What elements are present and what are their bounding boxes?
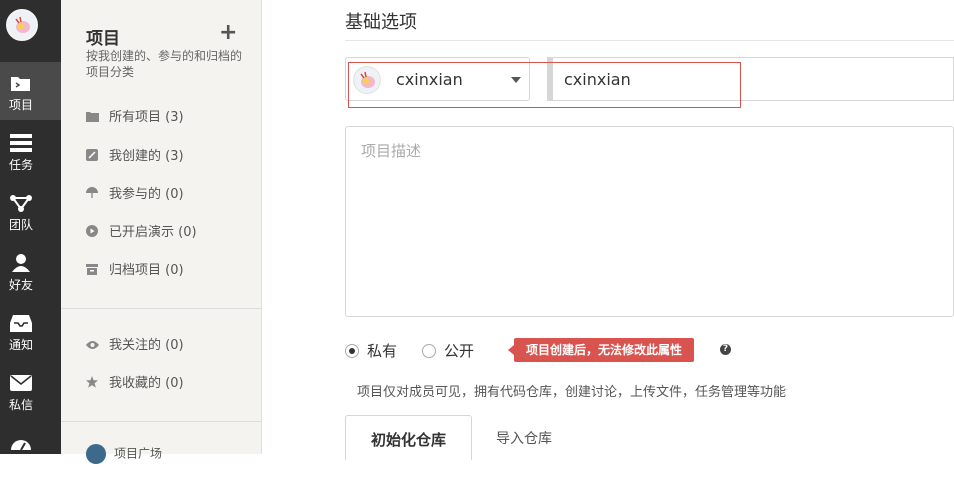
- project-description-input[interactable]: 项目描述: [345, 126, 954, 317]
- sidebar-item-created[interactable]: 我创建的 (3): [86, 147, 184, 167]
- rail-label: 任务: [9, 158, 34, 172]
- folder-icon: [86, 108, 100, 122]
- sidebar-divider: [61, 421, 261, 422]
- plus-icon: +: [219, 20, 238, 45]
- star-icon: [86, 374, 100, 388]
- add-project-button[interactable]: +: [219, 20, 237, 45]
- section-divider: [345, 40, 954, 41]
- rail-label: 通知: [9, 338, 34, 352]
- sidebar-item-all[interactable]: 所有项目 (3): [86, 108, 184, 128]
- main-content: 基础选项 cxinxian cxinxian 项目描述 私有 公开 项目创建后，…: [262, 0, 954, 460]
- sidebar-item-label: 我收藏的 (0): [109, 376, 184, 391]
- sidebar-item-starred[interactable]: 我收藏的 (0): [86, 374, 184, 394]
- radio-circle: [345, 344, 359, 358]
- rail-label: 统计: [9, 458, 34, 472]
- avatar[interactable]: [6, 9, 38, 41]
- sidebar-item-demo[interactable]: 已开启演示 (0): [86, 223, 197, 243]
- team-icon: [10, 195, 32, 212]
- left-rail: 项目 任务 团队 好友 通知 私信 统计: [0, 0, 61, 472]
- edit-icon: [86, 147, 100, 161]
- umbrella-icon: [86, 185, 100, 198]
- project-sidebar: 项目 + 按我创建的、参与的和归档的项目分类 所有项目 (3) 我创建的 (3)…: [61, 0, 262, 464]
- rail-item-stats[interactable]: 统计: [0, 422, 61, 480]
- radio-public[interactable]: 公开: [422, 340, 475, 360]
- sidebar-item-label: 我创建的 (3): [109, 149, 184, 164]
- description-placeholder: 项目描述: [361, 142, 422, 160]
- rail-item-notifications[interactable]: 通知: [0, 302, 61, 360]
- help-icon[interactable]: ?: [720, 344, 731, 355]
- eye-icon: [86, 336, 100, 349]
- highlight-box: [348, 62, 741, 108]
- rail-label: 团队: [9, 218, 34, 232]
- section-title: 基础选项: [345, 12, 417, 33]
- sidebar-title: 项目: [86, 29, 120, 49]
- visibility-note: 项目仅对成员可见，拥有代码仓库，创建讨论，上传文件，任务管理等功能: [357, 385, 787, 400]
- radio-label: 私有: [367, 342, 398, 360]
- rail-item-team[interactable]: 团队: [0, 182, 61, 240]
- rail-item-friends[interactable]: 好友: [0, 242, 61, 300]
- sidebar-item-square[interactable]: 项目广场: [86, 444, 162, 464]
- radio-label: 公开: [444, 342, 475, 360]
- tab-init-repo[interactable]: 初始化仓库: [345, 415, 472, 460]
- radio-private[interactable]: 私有: [345, 340, 398, 360]
- rail-item-projects[interactable]: 项目: [0, 62, 61, 120]
- sidebar-subtitle: 按我创建的、参与的和归档的项目分类: [86, 49, 243, 79]
- rail-label: 项目: [9, 98, 34, 112]
- sidebar-item-archived[interactable]: 归档项目 (0): [86, 261, 184, 281]
- tab-import-repo[interactable]: 导入仓库: [496, 428, 552, 448]
- sidebar-divider: [61, 308, 261, 309]
- mail-icon: [10, 375, 32, 391]
- rail-item-messages[interactable]: 私信: [0, 362, 61, 420]
- tasks-icon: [10, 134, 32, 152]
- sidebar-item-label: 已开启演示 (0): [109, 225, 197, 240]
- sidebar-item-label: 归档项目 (0): [109, 263, 184, 278]
- rail-label: 好友: [9, 278, 34, 292]
- sidebar-item-joined[interactable]: 我参与的 (0): [86, 185, 184, 205]
- user-icon: [12, 254, 30, 272]
- play-icon: [86, 223, 100, 237]
- radio-circle: [422, 344, 436, 358]
- inbox-icon: [10, 315, 32, 332]
- rail-label: 私信: [9, 398, 34, 412]
- rail-item-tasks[interactable]: 任务: [0, 122, 61, 180]
- sidebar-item-label: 所有项目 (3): [109, 110, 184, 125]
- folder-icon: [11, 77, 30, 91]
- archive-icon: [86, 261, 100, 275]
- warning-tooltip: 项目创建后，无法修改此属性: [507, 338, 695, 362]
- dashboard-icon: [11, 440, 31, 451]
- square-icon: [86, 444, 106, 464]
- sidebar-item-watching[interactable]: 我关注的 (0): [86, 336, 184, 356]
- sidebar-item-label: 我参与的 (0): [109, 187, 184, 202]
- sidebar-item-label: 我关注的 (0): [109, 338, 184, 353]
